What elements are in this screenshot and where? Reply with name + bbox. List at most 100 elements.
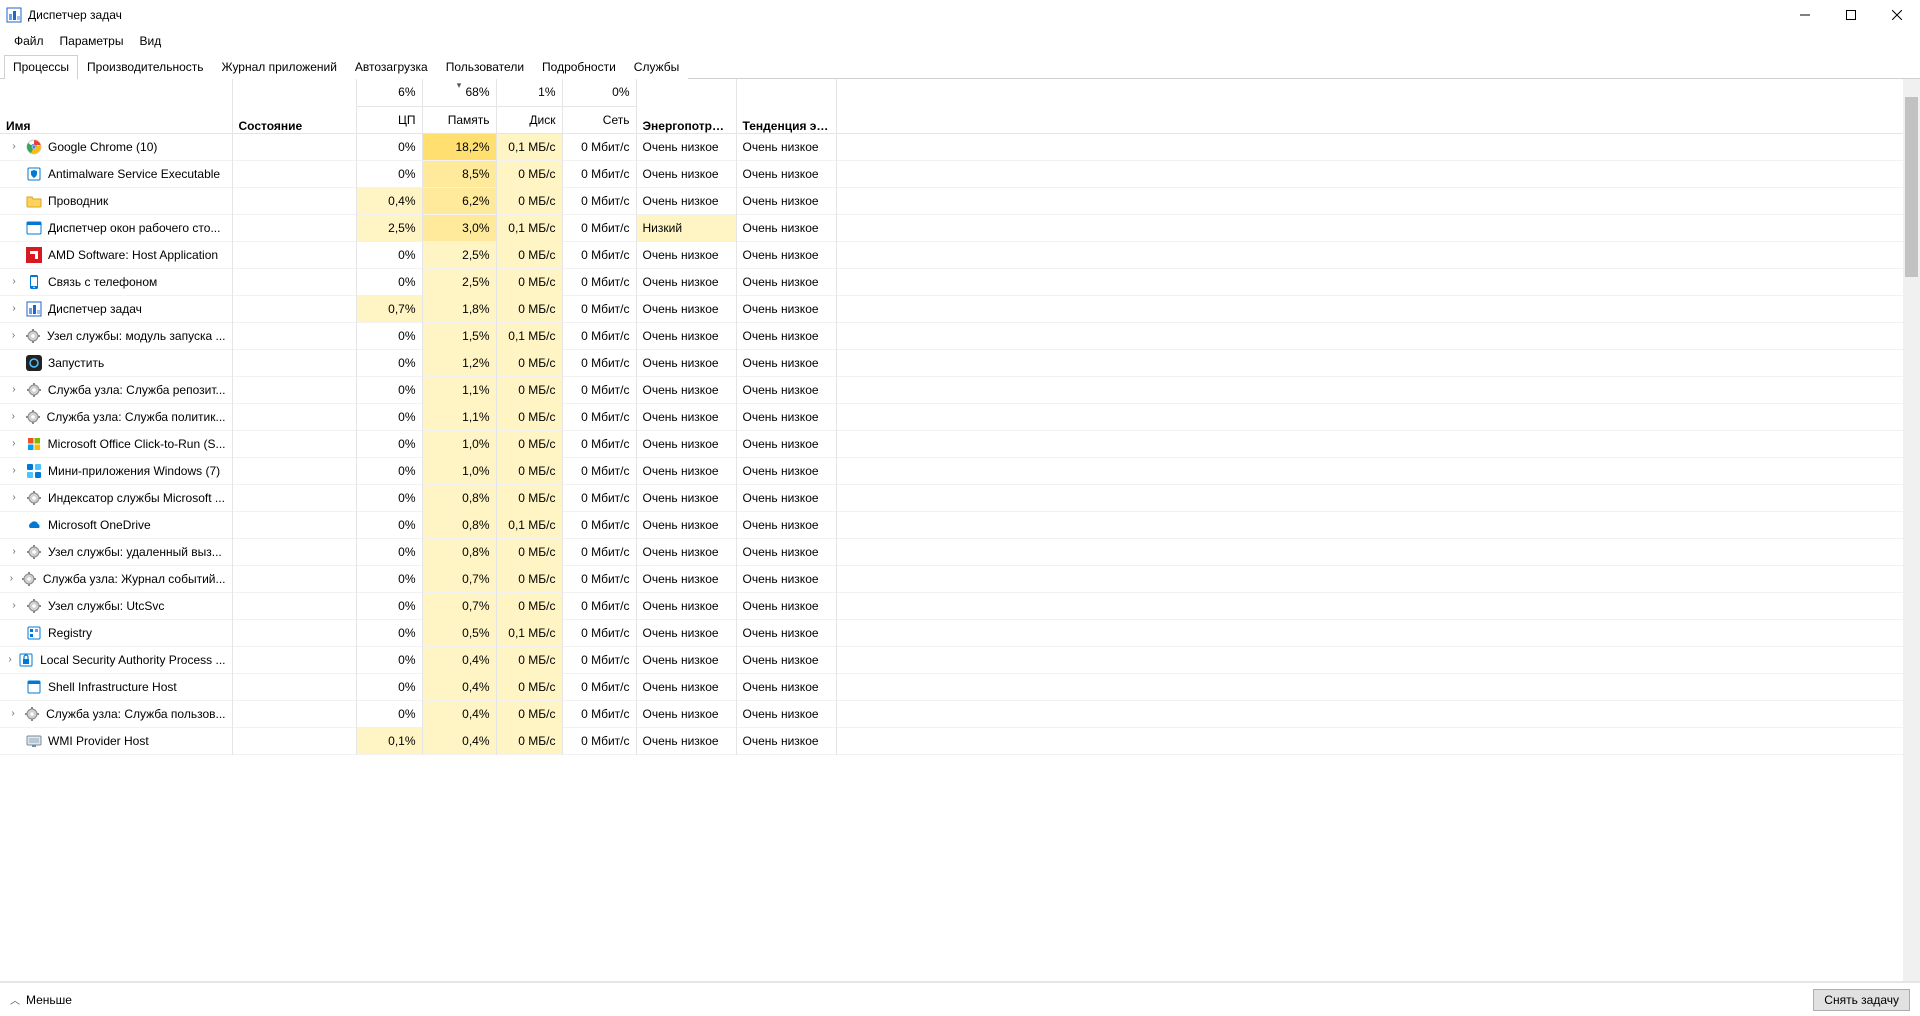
fewer-details-link[interactable]: Меньше [26, 993, 72, 1007]
expander-icon[interactable]: › [8, 330, 19, 341]
mem-cell: 1,0% [422, 430, 496, 457]
process-row[interactable]: ›Local Security Authority Process ...0%0… [0, 646, 1920, 673]
phone-icon [26, 274, 42, 290]
vertical-scrollbar[interactable] [1903, 79, 1920, 981]
col-disk-pct[interactable]: 1% [496, 79, 562, 106]
minimize-button[interactable] [1782, 0, 1828, 30]
col-net-pct[interactable]: 0% [562, 79, 636, 106]
process-row[interactable]: Проводник0,4%6,2%0 МБ/c0 Мбит/сОчень низ… [0, 187, 1920, 214]
sort-indicator-icon: ▾ [457, 80, 462, 91]
process-name: Узел службы: модуль запуска ... [47, 329, 225, 343]
process-row[interactable]: ›Диспетчер задач0,7%1,8%0 МБ/c0 Мбит/сОч… [0, 295, 1920, 322]
col-powertrend-header[interactable]: Тенденция эн... [736, 79, 836, 133]
process-row[interactable]: ›Узел службы: удаленный выз...0%0,8%0 МБ… [0, 538, 1920, 565]
expander-icon[interactable]: › [8, 465, 20, 476]
chrome-icon [26, 139, 42, 155]
process-row[interactable]: ›Узел службы: модуль запуска ...0%1,5%0,… [0, 322, 1920, 349]
expander-icon[interactable]: › [8, 654, 12, 665]
mem-cell: 0,8% [422, 538, 496, 565]
expander-icon[interactable]: › [8, 276, 20, 287]
expander-icon[interactable]: › [8, 141, 20, 152]
col-disk-label[interactable]: Диск [496, 106, 562, 133]
process-name: Служба узла: Служба политик... [47, 410, 226, 424]
menu-file[interactable]: Файл [6, 32, 52, 50]
power-cell: Очень низкое [636, 430, 736, 457]
scrollbar-thumb[interactable] [1905, 97, 1918, 277]
process-row[interactable]: ›Индексатор службы Microsoft ...0%0,8%0 … [0, 484, 1920, 511]
disk-cell: 0 МБ/c [496, 241, 562, 268]
process-row[interactable]: ›Служба узла: Служба репозит...0%1,1%0 М… [0, 376, 1920, 403]
powertrend-cell: Очень низкое [736, 268, 836, 295]
maximize-button[interactable] [1828, 0, 1874, 30]
process-row[interactable]: Shell Infrastructure Host0%0,4%0 МБ/c0 М… [0, 673, 1920, 700]
process-name: Узел службы: UtcSvc [48, 599, 164, 613]
powertrend-cell: Очень низкое [736, 430, 836, 457]
process-name: Antimalware Service Executable [48, 167, 220, 181]
disk-cell: 0 МБ/c [496, 538, 562, 565]
tab-apphistory[interactable]: Журнал приложений [213, 55, 346, 79]
col-net-label[interactable]: Сеть [562, 106, 636, 133]
powertrend-cell: Очень низкое [736, 538, 836, 565]
process-row[interactable]: Запустить0%1,2%0 МБ/c0 Мбит/сОчень низко… [0, 349, 1920, 376]
chevron-up-icon[interactable]: ︿ [10, 992, 20, 1007]
process-name: AMD Software: Host Application [48, 248, 218, 262]
process-state [232, 673, 356, 700]
mem-cell: 1,1% [422, 403, 496, 430]
disk-cell: 0 МБ/c [496, 727, 562, 754]
expander-icon[interactable]: › [8, 384, 20, 395]
process-row[interactable]: ›Google Chrome (10)0%18,2%0,1 МБ/c0 Мбит… [0, 133, 1920, 160]
process-row[interactable]: ›Служба узла: Служба политик...0%1,1%0 М… [0, 403, 1920, 430]
process-state [232, 376, 356, 403]
process-row[interactable]: WMI Provider Host0,1%0,4%0 МБ/c0 Мбит/сО… [0, 727, 1920, 754]
col-mem-label[interactable]: Память [422, 106, 496, 133]
process-row[interactable]: ›Служба узла: Журнал событий...0%0,7%0 М… [0, 565, 1920, 592]
menu-options[interactable]: Параметры [52, 32, 132, 50]
powertrend-cell: Очень низкое [736, 214, 836, 241]
powertrend-cell: Очень низкое [736, 403, 836, 430]
process-row[interactable]: Microsoft OneDrive0%0,8%0,1 МБ/c0 Мбит/с… [0, 511, 1920, 538]
process-row[interactable]: ›Мини-приложения Windows (7)0%1,0%0 МБ/c… [0, 457, 1920, 484]
process-row[interactable]: Диспетчер окон рабочего сто...2,5%3,0%0,… [0, 214, 1920, 241]
tab-users[interactable]: Пользователи [437, 55, 533, 79]
col-mem-pct[interactable]: ▾68% [422, 79, 496, 106]
expander-icon[interactable]: › [8, 600, 20, 611]
expander-icon[interactable]: › [8, 546, 20, 557]
tab-services[interactable]: Службы [625, 55, 688, 79]
process-grid: Имя Состояние 6% ▾68% 1% 0% Энергопотреб… [0, 79, 1920, 982]
col-cpu-label[interactable]: ЦП [356, 106, 422, 133]
net-cell: 0 Мбит/с [562, 619, 636, 646]
expander-icon[interactable]: › [8, 411, 19, 422]
process-row[interactable]: ›Microsoft Office Click-to-Run (S...0%1,… [0, 430, 1920, 457]
gear-icon [21, 571, 37, 587]
end-task-button[interactable]: Снять задачу [1813, 989, 1910, 1011]
expander-icon[interactable]: › [8, 303, 20, 314]
process-row[interactable]: ›Узел службы: UtcSvc0%0,7%0 МБ/c0 Мбит/с… [0, 592, 1920, 619]
col-cpu-pct[interactable]: 6% [356, 79, 422, 106]
col-state-header[interactable]: Состояние [232, 79, 356, 133]
tab-processes[interactable]: Процессы [4, 55, 78, 79]
net-cell: 0 Мбит/с [562, 565, 636, 592]
process-row[interactable]: AMD Software: Host Application0%2,5%0 МБ… [0, 241, 1920, 268]
process-row[interactable]: Registry0%0,5%0,1 МБ/c0 Мбит/сОчень низк… [0, 619, 1920, 646]
col-power-header[interactable]: Энергопотреб... [636, 79, 736, 133]
col-name-header[interactable]: Имя [0, 79, 232, 133]
process-row[interactable]: Antimalware Service Executable0%8,5%0 МБ… [0, 160, 1920, 187]
tab-startup[interactable]: Автозагрузка [346, 55, 437, 79]
expander-icon[interactable]: › [8, 492, 20, 503]
cpu-cell: 0% [356, 592, 422, 619]
power-cell: Очень низкое [636, 268, 736, 295]
expander-icon[interactable]: › [8, 573, 15, 584]
tab-performance[interactable]: Производительность [78, 55, 212, 79]
tab-details[interactable]: Подробности [533, 55, 625, 79]
process-name: Индексатор службы Microsoft ... [48, 491, 225, 505]
process-row[interactable]: ›Служба узла: Служба пользов...0%0,4%0 М… [0, 700, 1920, 727]
process-state [232, 133, 356, 160]
expander-icon[interactable]: › [8, 438, 20, 449]
menu-view[interactable]: Вид [131, 32, 169, 50]
close-button[interactable] [1874, 0, 1920, 30]
net-cell: 0 Мбит/с [562, 187, 636, 214]
expander-icon[interactable]: › [8, 708, 18, 719]
net-cell: 0 Мбит/с [562, 700, 636, 727]
net-cell: 0 Мбит/с [562, 538, 636, 565]
process-row[interactable]: ›Связь с телефоном0%2,5%0 МБ/c0 Мбит/сОч… [0, 268, 1920, 295]
